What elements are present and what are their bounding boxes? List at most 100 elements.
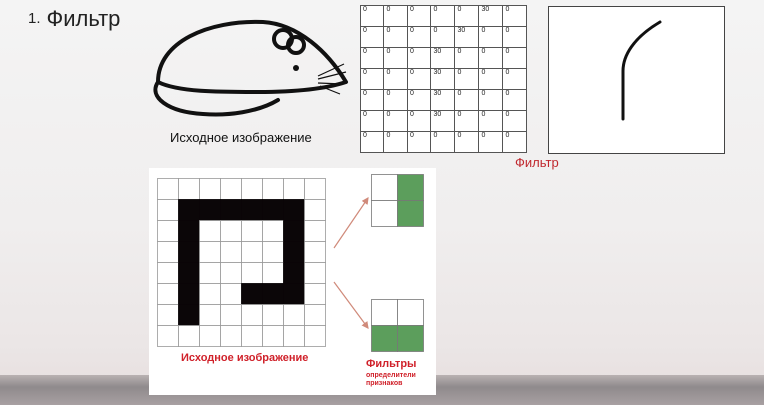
grid-cell-empty [262,325,284,347]
grid-cell-empty [304,262,326,284]
matrix-cell: 0 [359,110,385,132]
grid-cell-filled [262,199,284,221]
mouse-caption: Исходное изображение [170,130,312,145]
matrix-cell: 30 [478,5,504,27]
slide-title: 1. Фильтр [28,6,120,32]
grid-cell-empty [220,241,242,263]
grid-cell-empty [199,241,221,263]
matrix-row: 0 0 0 0 30 0 0 [359,26,527,48]
matrix-caption: Фильтр [515,155,559,170]
filters-subcaption: определители признаков [366,372,416,388]
feature-filter-bottom [371,299,424,352]
matrix-cell: 0 [383,5,408,27]
grid-cell-empty [304,325,326,347]
grid-cell-filled [283,220,305,242]
matrix-cell: 0 [430,131,456,153]
grid-cell-empty [157,199,179,221]
matrix-cell: 0 [454,89,480,111]
grid-cell-empty [220,220,242,242]
grid-cell-filled [283,241,305,263]
matrix-cell: 0 [478,47,504,69]
matrix-cell: 0 [478,26,504,48]
grid-cell-filled [283,283,305,305]
grid-cell-empty [304,283,326,305]
matrix-cell: 0 [478,89,504,111]
grid-cell-empty [241,304,263,326]
grid-cell-empty [220,325,242,347]
grid-cell-empty [199,178,221,200]
grid-cell-empty [262,262,284,284]
grid-cell-empty [304,178,326,200]
filter-cell-filled [371,325,398,352]
matrix-cell: 0 [502,68,527,90]
matrix-cell: 30 [454,26,480,48]
filter-cell-filled [397,200,424,227]
matrix-cell: 0 [454,47,480,69]
grid-cell-filled [262,283,284,305]
grid-cell-empty [304,199,326,221]
matrix-cell: 0 [359,5,385,27]
matrix-cell: 0 [502,131,527,153]
grid-cell-filled [283,262,305,284]
grid-cell-empty [199,220,221,242]
grid-cell-filled [178,241,200,263]
curve-preview [548,6,725,154]
grid-cell-empty [283,325,305,347]
grid-cell-empty [199,325,221,347]
grid-cell-empty [241,220,263,242]
matrix-cell: 0 [478,110,504,132]
grid-cell-empty [241,178,263,200]
matrix-row: 0 0 0 30 0 0 0 [359,89,527,111]
matrix-row: 0 0 0 30 0 0 0 [359,110,527,132]
grid-cell-empty [262,304,284,326]
matrix-cell: 0 [502,110,527,132]
grid-cell-empty [304,241,326,263]
matrix-cell: 0 [406,47,432,69]
grid-cell-empty [241,241,263,263]
arrows [333,197,369,329]
filters-subcaption-line1: определители [366,372,416,379]
grid-cell-empty [304,220,326,242]
grid-cell-filled [199,199,221,221]
matrix-cell: 0 [430,26,456,48]
grid-cell-empty [262,220,284,242]
pixel-grid-caption: Исходное изображение [181,352,309,364]
grid-cell-empty [262,178,284,200]
matrix-row: 0000000 [359,131,527,153]
matrix-cell: 0 [383,26,408,48]
grid-cell-empty [283,178,305,200]
matrix-cell: 0 [359,68,385,90]
slide-title-text: Фильтр [46,6,121,31]
arrow-down [333,281,369,329]
matrix-cell: 0 [406,110,432,132]
matrix-cell: 0 [383,68,408,90]
matrix-cell: 0 [478,131,504,153]
grid-cell-empty [178,325,200,347]
slide-number: 1. [28,10,41,27]
matrix-row: 0 0 0 30 0 0 0 [359,47,527,69]
matrix-cell: 30 [430,89,456,111]
matrix-cell: 0 [502,89,527,111]
matrix-row: 0 0 0 0 0 30 0 [359,5,527,27]
matrix-cell: 0 [502,26,527,48]
matrix-cell: 0 [383,110,408,132]
grid-cell-filled [283,199,305,221]
matrix-cell: 0 [406,131,432,153]
grid-cell-empty [241,325,263,347]
filter-cell-empty [397,299,424,326]
filter-cell-filled [397,325,424,352]
grid-cell-empty [178,178,200,200]
matrix-cell: 0 [502,47,527,69]
grid-cell-empty [262,241,284,263]
filter-cell-empty [371,174,398,201]
matrix-cell: 0 [406,5,432,27]
grid-cell-empty [220,262,242,284]
matrix-cell: 0 [454,68,480,90]
grid-cell-empty [283,304,305,326]
matrix-cell: 30 [430,110,456,132]
grid-cell-empty [157,178,179,200]
pixel-grid [157,178,326,347]
matrix-cell: 0 [430,5,456,27]
matrix-cell: 0 [359,47,385,69]
grid-cell-filled [220,199,242,221]
